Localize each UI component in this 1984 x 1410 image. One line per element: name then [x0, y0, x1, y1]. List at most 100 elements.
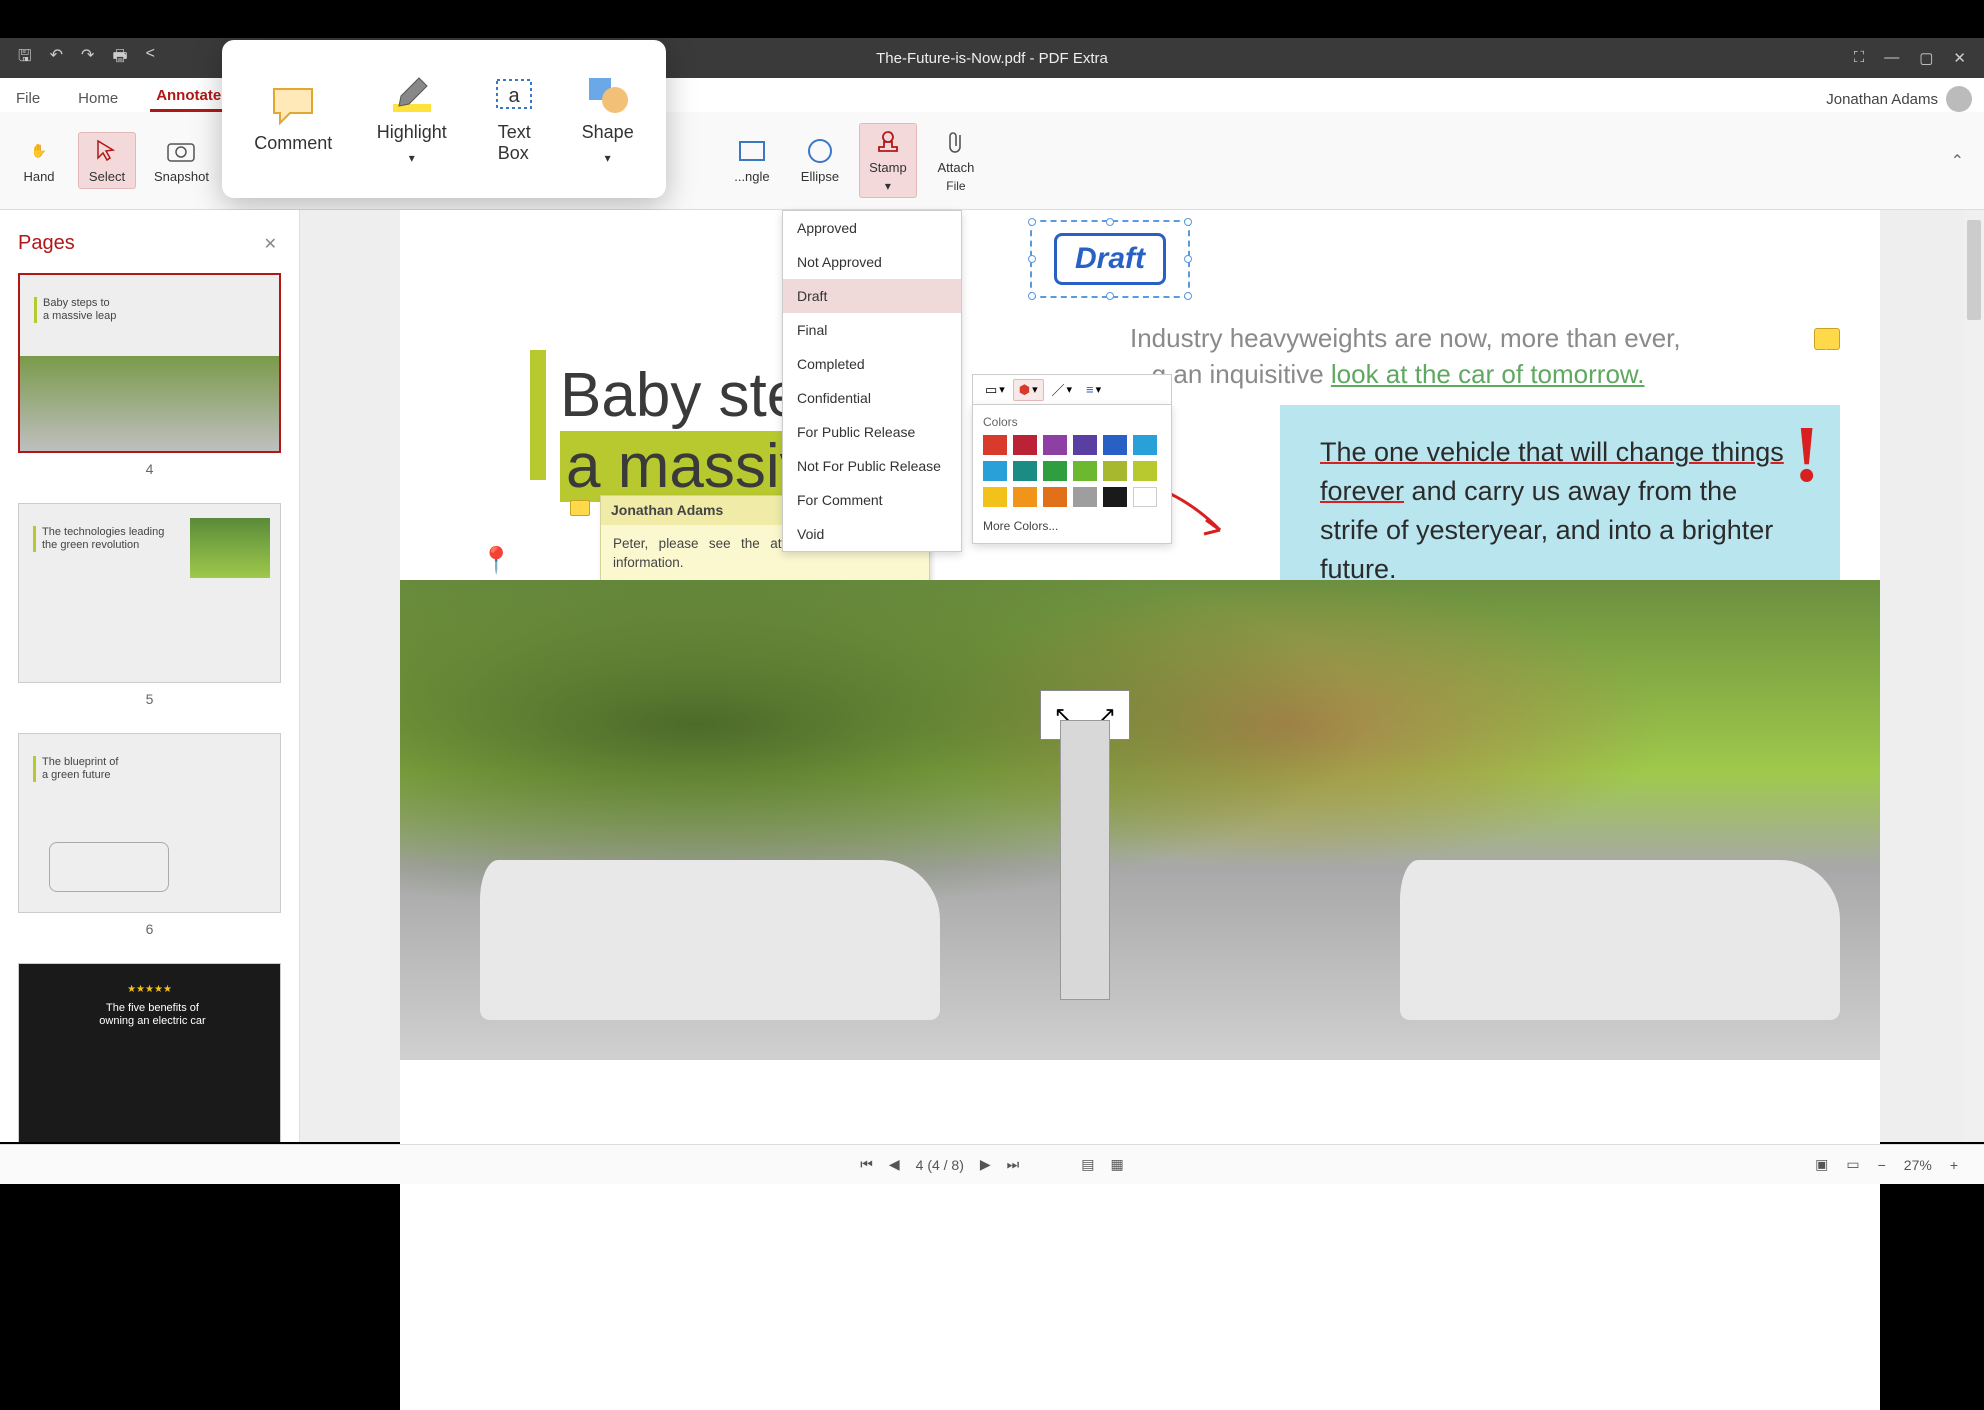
color-swatch[interactable] — [1013, 435, 1037, 455]
fit-width-icon[interactable]: ▭ — [1846, 1156, 1859, 1173]
tab-file[interactable]: File — [10, 90, 46, 112]
ev-charger — [1060, 720, 1110, 1000]
share-icon[interactable]: < — [146, 45, 155, 72]
last-page-icon[interactable]: ⏭ — [1007, 1156, 1020, 1173]
page-thumbnail-4[interactable]: Baby steps toa massive leap — [18, 273, 281, 453]
page-indicator[interactable]: 4 (4 / 8) — [916, 1157, 964, 1173]
color-swatch[interactable] — [1013, 461, 1037, 481]
close-panel-icon[interactable]: ✕ — [264, 234, 277, 254]
maximize-icon[interactable]: ▢ — [1919, 49, 1933, 67]
stamp-label: Stamp — [869, 160, 907, 175]
thumb-number: 6 — [18, 921, 281, 937]
car-of-tomorrow-link[interactable]: look at the car of tomorrow. — [1331, 359, 1645, 389]
stamp-option-completed[interactable]: Completed — [783, 347, 961, 381]
redo-icon[interactable]: ↷ — [81, 45, 94, 72]
attach-label-2: File — [946, 179, 965, 193]
tab-annotate[interactable]: Annotate — [150, 87, 227, 112]
thumb-number: 4 — [18, 461, 281, 477]
color-swatch[interactable] — [1073, 435, 1097, 455]
color-swatch[interactable] — [1043, 487, 1067, 507]
color-swatch[interactable] — [983, 435, 1007, 455]
color-swatch[interactable] — [983, 487, 1007, 507]
shape-tool[interactable]: Shape▾ — [582, 74, 634, 165]
stamp-dropdown: Approved Not Approved Draft Final Comple… — [782, 210, 962, 552]
line-style-button[interactable]: ≡▾ — [1080, 379, 1107, 400]
highlight-tool[interactable]: Highlight▾ — [377, 74, 447, 165]
single-page-view-icon[interactable]: ▤ — [1081, 1156, 1094, 1173]
line-color-button[interactable]: ／▾ — [1046, 377, 1078, 402]
snapshot-label: Snapshot — [154, 169, 209, 184]
page-thumbnail-6[interactable]: The blueprint ofa green future — [18, 733, 281, 913]
fill-color-button[interactable]: ⬢▾ — [1013, 379, 1044, 401]
undo-icon[interactable]: ↶ — [50, 45, 63, 72]
sticky-note-icon[interactable] — [1814, 328, 1840, 350]
select-label: Select — [89, 169, 125, 184]
text-box-tool[interactable]: a TextBox — [491, 74, 537, 164]
first-page-icon[interactable]: ⏮ — [860, 1156, 873, 1173]
tab-home[interactable]: Home — [72, 90, 124, 112]
color-swatch[interactable] — [1043, 435, 1067, 455]
color-swatch[interactable] — [1043, 461, 1067, 481]
stamp-option-for-comment[interactable]: For Comment — [783, 483, 961, 517]
highlight-label: Highlight — [377, 122, 447, 143]
stamp-option-not-for-public-release[interactable]: Not For Public Release — [783, 449, 961, 483]
color-swatch[interactable] — [1133, 461, 1157, 481]
hero-photo: ↖↗ — [400, 580, 1880, 1060]
close-icon[interactable]: ✕ — [1953, 49, 1966, 67]
more-colors-button[interactable]: More Colors... — [983, 513, 1161, 539]
snapshot-tool[interactable]: Snapshot — [146, 133, 217, 188]
color-swatch[interactable] — [1073, 487, 1097, 507]
prev-page-icon[interactable]: ◀ — [889, 1156, 900, 1173]
zoom-in-icon[interactable]: + — [1950, 1157, 1958, 1173]
svg-text:a: a — [509, 85, 521, 107]
vertical-scrollbar[interactable] — [1964, 210, 1984, 1142]
color-swatch[interactable] — [1133, 435, 1157, 455]
text-box-icon: a — [491, 74, 537, 114]
ellipse-tool[interactable]: Ellipse — [791, 133, 849, 188]
select-tool[interactable]: Select — [78, 132, 136, 189]
print-icon[interactable]: 🖶 — [112, 45, 127, 72]
stamp-option-void[interactable]: Void — [783, 517, 961, 551]
zoom-out-icon[interactable]: − — [1878, 1157, 1886, 1173]
stamp-option-draft[interactable]: Draft — [783, 279, 961, 313]
stamp-option-confidential[interactable]: Confidential — [783, 381, 961, 415]
color-swatch[interactable] — [1013, 487, 1037, 507]
pushpin-icon[interactable]: 📍 — [480, 545, 512, 576]
pages-panel: Pages ✕ Baby steps toa massive leap 4 Th… — [0, 210, 300, 1142]
color-swatch[interactable] — [1133, 487, 1157, 507]
stamp-option-for-public-release[interactable]: For Public Release — [783, 415, 961, 449]
hand-tool[interactable]: ✋ Hand — [10, 133, 68, 188]
next-page-icon[interactable]: ▶ — [980, 1156, 991, 1173]
color-swatch[interactable] — [983, 461, 1007, 481]
format-toolbar: ▭▾ ⬢▾ ／▾ ≡▾ — [972, 374, 1172, 404]
window-title: The-Future-is-Now.pdf - PDF Extra — [876, 50, 1108, 67]
exclamation-annotation[interactable]: ! — [1793, 410, 1820, 501]
fit-page-icon[interactable]: ▣ — [1815, 1156, 1828, 1173]
two-page-view-icon[interactable]: ▦ — [1111, 1156, 1124, 1173]
page-thumbnail-5[interactable]: The technologies leadingthe green revolu… — [18, 503, 281, 683]
stamp-option-approved[interactable]: Approved — [783, 211, 961, 245]
color-swatch[interactable] — [1103, 435, 1127, 455]
user-info[interactable]: Jonathan Adams — [1826, 86, 1984, 112]
fullscreen-icon[interactable]: ⛶ — [1854, 49, 1865, 67]
thumb-label: The five benefits ofowning an electric c… — [93, 1002, 205, 1028]
stamp-tool[interactable]: Stamp▾ — [859, 123, 917, 198]
comment-tool[interactable]: Comment — [254, 85, 332, 154]
minimize-icon[interactable]: — — [1884, 49, 1899, 67]
thumb-label: The blueprint ofa green future — [33, 756, 118, 782]
shape-icon — [585, 74, 631, 114]
rectangle-tool[interactable]: ...ngle — [723, 133, 781, 188]
color-swatch[interactable] — [1103, 487, 1127, 507]
collapse-ribbon-icon[interactable]: ⌃ — [1951, 151, 1984, 171]
save-icon[interactable]: 🖫 — [18, 45, 32, 72]
draft-stamp-selection[interactable]: Draft — [1030, 220, 1190, 298]
zoom-level[interactable]: 27% — [1904, 1157, 1932, 1173]
color-swatch[interactable] — [1073, 461, 1097, 481]
sticky-note-icon[interactable] — [570, 500, 590, 516]
stamp-option-final[interactable]: Final — [783, 313, 961, 347]
color-swatch[interactable] — [1103, 461, 1127, 481]
border-style-button[interactable]: ▭▾ — [979, 379, 1011, 401]
page-thumbnail-7[interactable]: ★★★★★ The five benefits ofowning an elec… — [18, 963, 281, 1142]
stamp-option-not-approved[interactable]: Not Approved — [783, 245, 961, 279]
attach-file-tool[interactable]: Attach File — [927, 124, 985, 197]
